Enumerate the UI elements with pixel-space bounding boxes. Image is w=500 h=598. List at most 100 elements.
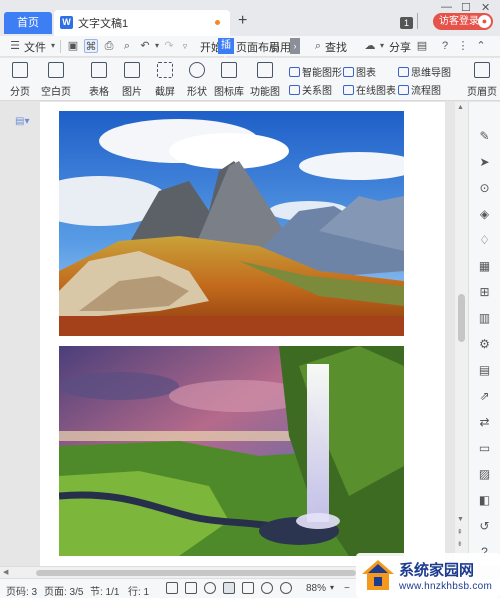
- print-icon[interactable]: ⎙: [102, 39, 116, 53]
- location-icon[interactable]: ⊙: [478, 182, 491, 195]
- icon-library-label: 图标库: [214, 87, 244, 98]
- screenshot-button[interactable]: 截屏: [150, 62, 180, 98]
- page-break-icon: [12, 62, 28, 78]
- read-mode-icon[interactable]: [185, 582, 197, 594]
- chevron-down-icon[interactable]: ▾: [330, 583, 334, 592]
- shape-icon: [189, 62, 205, 78]
- zoom-level[interactable]: 88%: [306, 583, 326, 594]
- mind-map-label: 思维导图: [411, 68, 451, 79]
- scroll-down-icon[interactable]: ▼: [457, 516, 464, 523]
- chevron-down-icon[interactable]: ▾: [375, 39, 389, 53]
- status-row[interactable]: 行: 1: [128, 583, 149, 598]
- outline-view-icon[interactable]: [242, 582, 254, 594]
- horizontal-scroll-thumb[interactable]: [36, 570, 356, 576]
- scroll-up-icon[interactable]: ▲: [457, 104, 464, 111]
- menu-scroll-right-icon[interactable]: ›: [290, 38, 300, 54]
- layers-icon[interactable]: ◧: [478, 494, 491, 507]
- blank-page-button[interactable]: 空白页: [38, 62, 74, 98]
- guest-login-label: 访客登录: [439, 16, 479, 27]
- image-icon[interactable]: ▨: [478, 468, 491, 481]
- redo-icon[interactable]: ↷: [162, 39, 176, 53]
- more-icon[interactable]: ⋮: [456, 39, 470, 53]
- page-view-icon[interactable]: [223, 582, 235, 594]
- status-pages[interactable]: 页面: 3/5: [44, 583, 83, 598]
- smart-shape-button[interactable]: 智能图形: [289, 64, 342, 79]
- menu-find[interactable]: 查找: [325, 39, 347, 55]
- status-page-number[interactable]: 页码: 3: [6, 583, 37, 598]
- online-chart-icon: [343, 85, 354, 95]
- document-icon[interactable]: ▤: [478, 364, 491, 377]
- apps-icon[interactable]: ⊞: [478, 286, 491, 299]
- comment-icon[interactable]: ▤: [415, 39, 429, 53]
- web-view-icon[interactable]: [261, 582, 273, 594]
- window-count-badge[interactable]: 1: [400, 17, 413, 29]
- header-footer-button[interactable]: 页眉页: [464, 62, 500, 98]
- picture-icon: [124, 62, 140, 78]
- share-icon[interactable]: ⇗: [478, 390, 491, 403]
- menu-reference[interactable]: 引用: [269, 39, 291, 55]
- tab-home[interactable]: 首页: [4, 12, 52, 34]
- function-chart-button[interactable]: 功能图: [248, 62, 282, 98]
- status-section[interactable]: 节: 1/1: [90, 583, 119, 598]
- shape-button[interactable]: 形状: [182, 62, 212, 98]
- avatar-icon: ●: [478, 15, 491, 28]
- header-footer-icon: [474, 62, 490, 78]
- shapes-icon[interactable]: ◈: [478, 208, 491, 221]
- smart-shape-icon: [289, 67, 300, 77]
- chart-icon[interactable]: ▥: [478, 312, 491, 325]
- hamburger-icon[interactable]: ☰: [8, 39, 22, 53]
- fullscreen-icon[interactable]: [166, 582, 178, 594]
- format-painter-icon[interactable]: ⌘: [84, 39, 98, 53]
- flow-chart-button[interactable]: 流程图: [398, 82, 441, 97]
- menu-insert[interactable]: 插入: [218, 38, 234, 67]
- chevron-down-icon[interactable]: ▾: [46, 39, 60, 53]
- tab-document[interactable]: W 文字文稿1: [54, 10, 230, 36]
- vertical-scrollbar[interactable]: ▲ ▼ ⇞ ⇟: [455, 102, 468, 566]
- archive-icon[interactable]: ▭: [478, 442, 491, 455]
- icon-library-button[interactable]: 图标库: [214, 62, 244, 98]
- minimize-icon[interactable]: —: [441, 1, 452, 13]
- table-icon[interactable]: ▦: [478, 260, 491, 273]
- save-icon[interactable]: ▣: [66, 39, 80, 53]
- mountain-landscape-image[interactable]: [59, 111, 404, 336]
- edit-icon[interactable]: ✎: [478, 130, 491, 143]
- chart-button[interactable]: 图表: [343, 64, 376, 79]
- title-bar: 首页 W 文字文稿1 + 1 — ☐ ✕ 访客登录 ●: [0, 0, 500, 36]
- window-list-icon[interactable]: [417, 13, 426, 29]
- menu-bar: ☰ 文件 ▾ ▣ ⌘ ⎙ ⌕ ↶ ▾ ↷ ▿ 开始 插入 页面布局 引用 › ⌕…: [0, 36, 500, 67]
- relation-chart-button[interactable]: 关系图: [289, 82, 332, 97]
- function-chart-icon: [257, 62, 273, 78]
- eye-protect-icon[interactable]: [280, 582, 292, 594]
- chevron-down-icon[interactable]: ▿: [178, 39, 192, 53]
- vertical-scroll-thumb[interactable]: [458, 294, 465, 342]
- menu-share[interactable]: 分享: [389, 39, 411, 55]
- fill-icon[interactable]: ♢: [478, 234, 491, 247]
- next-page-icon[interactable]: ⇟: [457, 540, 463, 548]
- waterfall-landscape-image[interactable]: [59, 346, 404, 556]
- menu-file[interactable]: 文件: [24, 39, 46, 55]
- guest-login-button[interactable]: 访客登录 ●: [433, 13, 493, 30]
- print-preview-icon[interactable]: ⌕: [120, 39, 134, 53]
- mind-map-button[interactable]: 思维导图: [398, 64, 451, 79]
- page-break-button[interactable]: 分页: [6, 62, 34, 98]
- select-icon[interactable]: ➤: [478, 156, 491, 169]
- online-chart-button[interactable]: 在线图表: [343, 82, 396, 97]
- prev-page-icon[interactable]: ⇞: [457, 528, 463, 536]
- scroll-left-icon[interactable]: ◀: [3, 568, 8, 576]
- translate-icon[interactable]: ⇄: [478, 416, 491, 429]
- collapse-ribbon-icon[interactable]: ⌃: [474, 39, 488, 53]
- search-icon[interactable]: ⌕: [311, 39, 325, 53]
- table-label: 表格: [89, 87, 109, 98]
- zoom-out-icon[interactable]: −: [344, 583, 350, 594]
- table-button[interactable]: 表格: [84, 62, 114, 98]
- help-icon[interactable]: ?: [438, 39, 452, 53]
- document-map-icon[interactable]: ▤▾: [15, 116, 29, 129]
- pen-icon[interactable]: [204, 582, 216, 594]
- shape-label: 形状: [187, 87, 207, 98]
- chart-icon: [343, 67, 354, 77]
- function-chart-label: 功能图: [250, 87, 280, 98]
- settings-icon[interactable]: ⚙: [478, 338, 491, 351]
- new-tab-button[interactable]: +: [238, 12, 247, 30]
- picture-button[interactable]: 图片: [117, 62, 147, 98]
- history-icon[interactable]: ↺: [478, 520, 491, 533]
